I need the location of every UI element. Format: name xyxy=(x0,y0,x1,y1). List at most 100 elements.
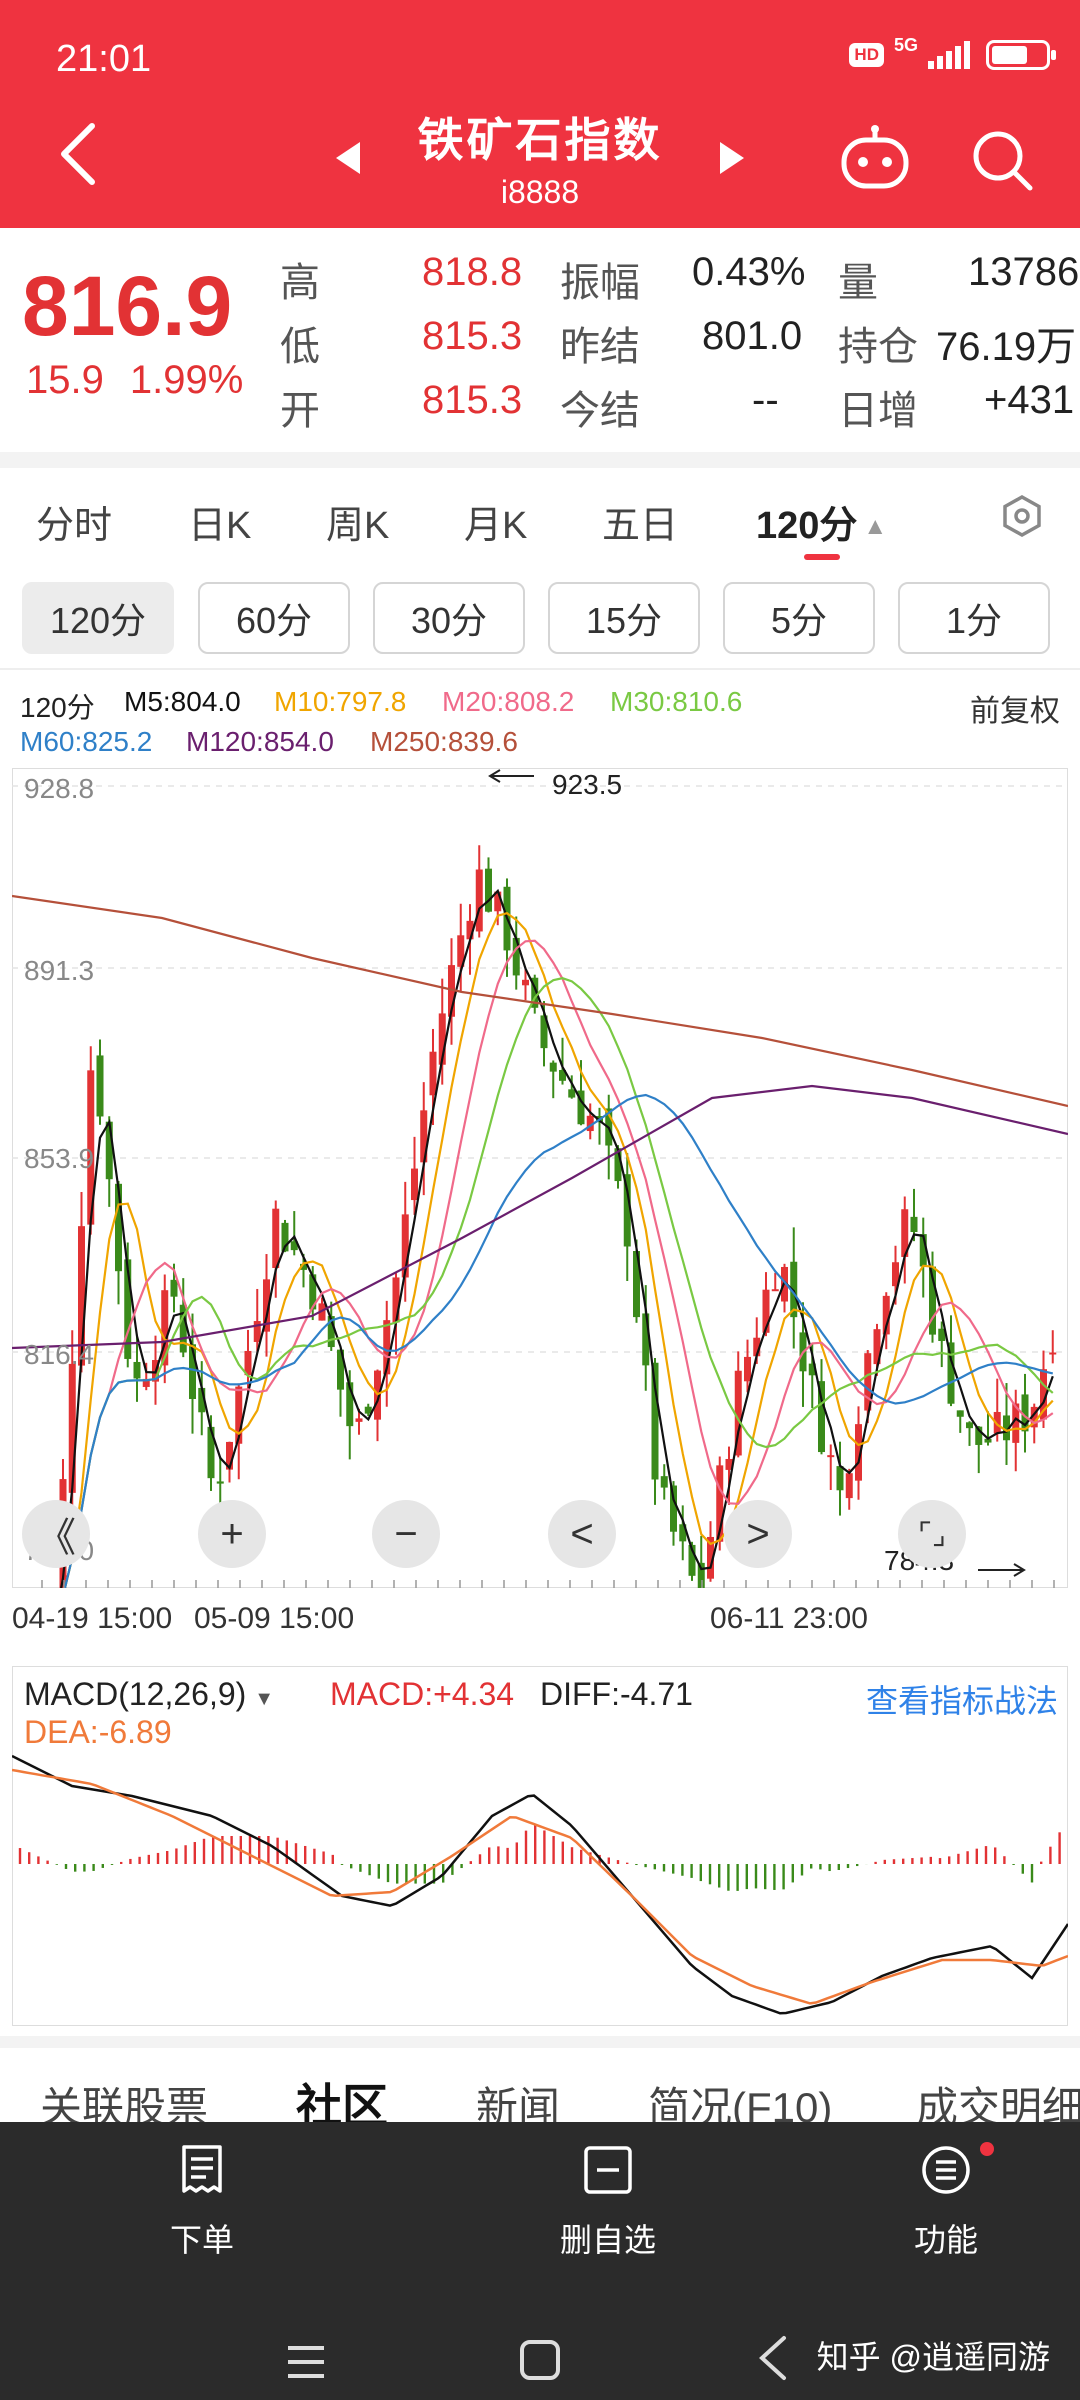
remove-watchlist-button[interactable]: 删自选 xyxy=(528,2144,688,2261)
tab-daily-k[interactable]: 日K xyxy=(188,494,251,549)
candle-body xyxy=(827,1455,835,1458)
candle-body xyxy=(355,1418,363,1422)
section-divider xyxy=(0,452,1080,468)
home-icon[interactable] xyxy=(518,2338,562,2382)
candle-body xyxy=(744,1356,751,1382)
functions-label: 功能 xyxy=(913,2222,978,2258)
scroll-left-button[interactable]: < xyxy=(548,1500,616,1568)
prev-settle-value: 801.0 xyxy=(702,314,803,358)
candle-body xyxy=(170,1279,178,1297)
volume-value: 13786 xyxy=(968,250,1080,294)
y-tick: 928.8 xyxy=(24,773,94,804)
dropdown-icon: ▼ xyxy=(254,1688,275,1710)
legend-m5: M5:804.0 xyxy=(124,686,241,717)
functions-button[interactable]: 功能 xyxy=(866,2144,1026,2261)
order-document-icon xyxy=(182,2145,222,2193)
tab-weekly-k[interactable]: 周K xyxy=(326,494,389,549)
active-tab-indicator xyxy=(804,554,840,560)
menu-circle-icon xyxy=(922,2146,970,2194)
high-mark-label: 923.5 xyxy=(552,769,622,800)
chip-15min[interactable]: 15分 xyxy=(548,582,700,654)
tab-intraday[interactable]: 分时 xyxy=(36,494,112,549)
amplitude-value: 0.43% xyxy=(692,250,806,294)
daily-increase-label: 日增 xyxy=(838,389,918,433)
x-label-end: 06-11 23:00 xyxy=(710,1602,868,1635)
order-label: 下单 xyxy=(169,2222,234,2258)
candle-body xyxy=(966,1422,973,1429)
open-label: 开 xyxy=(280,389,320,433)
y-tick: 891.3 xyxy=(24,955,94,986)
candle-body xyxy=(429,1051,437,1096)
action-bar: 下单 删自选 功能 知乎 @逍遥同游 xyxy=(0,2122,1080,2400)
next-contract-icon[interactable] xyxy=(720,142,744,174)
indicator-strategy-link[interactable]: 查看指标战法 xyxy=(866,1676,1058,1722)
chip-1min[interactable]: 1分 xyxy=(898,582,1050,654)
tab-five-day[interactable]: 五日 xyxy=(602,494,678,549)
watermark: 知乎 @逍遥同游 xyxy=(816,2339,1050,2375)
macd-value: MACD:+4.34 xyxy=(330,1676,515,1712)
robot-assistant-icon[interactable] xyxy=(838,124,912,194)
chip-120min[interactable]: 120分 xyxy=(22,582,174,654)
legend-m60: M60:825.2 xyxy=(20,726,153,757)
open-interest-value: 76.19万 xyxy=(936,325,1077,369)
zoom-in-button[interactable]: + xyxy=(198,1500,266,1568)
candle-body xyxy=(475,869,483,932)
candle-body xyxy=(105,1121,113,1180)
rewind-button[interactable]: 《 xyxy=(22,1500,90,1568)
candle-body xyxy=(771,1289,779,1292)
candle-body xyxy=(522,979,529,986)
candle-body xyxy=(133,1361,141,1379)
legend-m10: M10:797.8 xyxy=(274,686,407,717)
daily-increase-value: +431 xyxy=(984,378,1075,422)
notification-dot xyxy=(980,2142,994,2156)
page-title: 铁矿石指数 xyxy=(417,114,663,166)
status-time: 21:01 xyxy=(56,38,152,80)
signal-icon xyxy=(928,41,970,69)
fullscreen-button[interactable]: ⌜⌟ xyxy=(898,1500,966,1568)
candle-body xyxy=(956,1410,964,1417)
status-icons: HD 5G xyxy=(849,35,1056,70)
y-tick: 816.4 xyxy=(24,1339,94,1370)
recent-apps-icon[interactable] xyxy=(284,2342,328,2382)
candle-body xyxy=(392,1277,400,1323)
adjust-mode-button[interactable]: 前复权 xyxy=(970,686,1060,730)
search-icon[interactable] xyxy=(970,128,1034,192)
chip-5min[interactable]: 5分 xyxy=(723,582,875,654)
open-interest-label: 持仓 xyxy=(838,325,918,369)
zoom-out-button[interactable]: − xyxy=(372,1500,440,1568)
candle-body xyxy=(96,1055,104,1117)
change-value: 15.9 xyxy=(26,358,104,402)
remove-watchlist-label: 删自选 xyxy=(559,2222,656,2258)
quote-panel: 816.9 15.9 1.99% 高 818.8 低 815.3 开 815.3 … xyxy=(0,228,1080,450)
kline-chart[interactable]: 928.8 891.3 853.9 816.4 779.0 923.5 784.… xyxy=(12,768,1068,1588)
order-button[interactable]: 下单 xyxy=(122,2144,282,2261)
macd-selector[interactable]: MACD(12,26,9) ▼ xyxy=(24,1676,274,1713)
candle-body xyxy=(568,1089,576,1098)
x-label-mid: 05-09 15:00 xyxy=(194,1602,355,1635)
contract-code: i8888 xyxy=(500,174,580,210)
app-header: 21:01 HD 5G 铁矿石指数 i8888 xyxy=(0,0,1080,228)
settings-hexagon-icon[interactable] xyxy=(1000,494,1044,538)
chip-60min[interactable]: 60分 xyxy=(198,582,350,654)
legend-m30: M30:810.6 xyxy=(610,686,743,717)
system-back-icon[interactable] xyxy=(756,2334,790,2382)
volume-label: 量 xyxy=(838,261,878,305)
tab-120min-label: 120分 xyxy=(756,505,858,547)
scroll-right-button[interactable]: > xyxy=(724,1500,792,1568)
high-value: 818.8 xyxy=(422,250,523,294)
chip-30min[interactable]: 30分 xyxy=(373,582,525,654)
tab-120min[interactable]: 120分 ▲ xyxy=(756,494,887,549)
diff-value: DIFF:-4.71 xyxy=(540,1676,693,1712)
settle-value: -- xyxy=(752,378,779,422)
legend-m250: M250:839.6 xyxy=(370,726,518,757)
candle-body xyxy=(411,1168,418,1201)
tab-monthly-k[interactable]: 月K xyxy=(464,494,527,549)
last-price: 816.9 xyxy=(22,259,233,353)
y-tick: 853.9 xyxy=(24,1143,94,1174)
macd-title: MACD(12,26,9) xyxy=(24,1676,247,1712)
candle-body xyxy=(836,1466,844,1491)
candle-body xyxy=(549,1062,557,1072)
candle-body xyxy=(1049,1352,1057,1355)
settle-label: 今结 xyxy=(560,389,640,433)
candle-body xyxy=(670,1485,677,1532)
